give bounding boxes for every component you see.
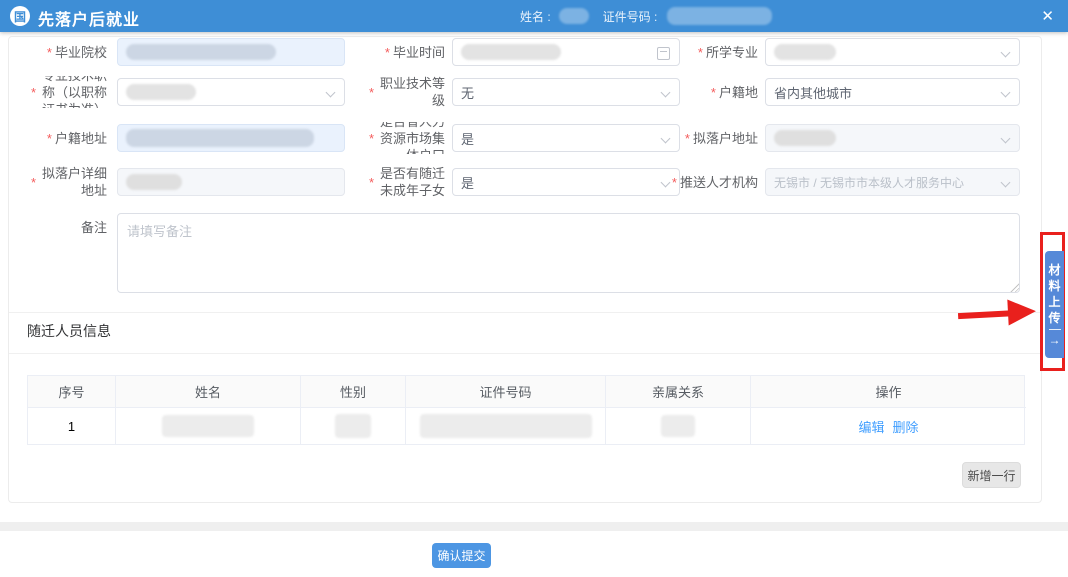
annotation-arrow-icon [957,297,1040,329]
material-upload-tab[interactable]: 材 料 上 传 → [1045,251,1064,358]
redacted-id-number [420,414,592,438]
grad-time-datepicker[interactable] [452,38,680,66]
col-name: 姓名 [116,376,301,408]
settle-detail-input [117,168,345,196]
required-mark: * [31,175,36,190]
section-divider [9,312,1041,313]
talent-agency-select: 无锡市 / 无锡市市本级人才服务中心 [765,168,1020,196]
col-relation: 亲属关系 [606,376,751,408]
section-divider [9,353,1041,354]
minor-children-value: 是 [461,173,474,192]
prof-title-select[interactable] [117,78,345,106]
name-redacted-value [559,8,589,24]
remark-textarea[interactable] [117,213,1020,293]
settle-address-select [765,124,1020,152]
chevron-down-icon [1001,178,1011,188]
id-number-label: 证件号码 : [603,8,658,25]
chevron-down-icon [1001,88,1011,98]
required-mark: * [711,85,716,100]
major-select[interactable] [765,38,1020,66]
hukou-area-select[interactable]: 省内其他城市 [765,78,1020,106]
label-talent-agency: * 推送人才机构 [666,168,758,196]
col-index: 序号 [28,376,116,408]
required-mark: * [672,175,677,190]
label-skill-level: * 职业技术等级 [358,72,445,112]
app-logo-icon: 国 [10,6,30,26]
required-mark: * [31,85,36,100]
table-row: 1 编辑 删除 [28,408,1024,444]
talent-agency-value: 无锡市 / 无锡市市本级人才服务中心 [774,174,964,191]
required-mark: * [369,131,374,146]
chevron-down-icon [326,88,336,98]
required-mark: * [369,85,374,100]
label-settle-address: * 拟落户地址 [666,124,758,152]
minor-children-select[interactable]: 是 [452,168,680,196]
required-mark: * [47,45,52,60]
dependents-table: 序号 姓名 性别 证件号码 亲属关系 操作 1 编辑 删除 [27,375,1025,445]
header-identity: 姓名 : 证件号码 : [520,0,772,32]
hukou-address-input[interactable] [117,124,345,152]
redacted-value [461,44,561,60]
col-actions: 操作 [751,376,1026,408]
redacted-name [162,415,254,437]
redacted-value [126,44,276,60]
required-mark: * [685,131,690,146]
label-remark: 备注 [20,217,107,237]
required-mark: * [369,175,374,190]
arrow-right-icon: → [1049,333,1061,347]
section-title: 随迁人员信息 [27,321,111,341]
table-header-row: 序号 姓名 性别 证件号码 亲属关系 操作 [28,376,1024,408]
label-hukou-address: * 户籍地址 [20,124,107,152]
label-hukou-area: * 户籍地 [666,78,758,106]
delete-link[interactable]: 删除 [893,417,919,436]
redacted-value [774,44,836,60]
label-minor-children: * 是否有随迁未成年子女 [358,164,445,200]
close-icon[interactable]: ✕ [1041,7,1054,25]
col-gender: 性别 [301,376,406,408]
redacted-value [774,130,836,146]
hukou-area-value: 省内其他城市 [774,83,852,102]
tab-divider [1049,329,1061,330]
hr-market-value: 是 [461,129,474,148]
hr-market-select[interactable]: 是 [452,124,680,152]
submit-button[interactable]: 确认提交 [432,543,491,568]
label-settle-detail: * 拟落户详细地址 [20,164,107,200]
row-index: 1 [28,408,116,444]
label-prof-title: * 专业技术职称（以职称证书为准） [20,72,107,112]
edit-link[interactable]: 编辑 [858,417,884,436]
required-mark: * [47,131,52,146]
id-redacted-value [667,7,772,25]
redacted-value [126,174,182,190]
redacted-relation [661,415,695,437]
redacted-value [126,84,196,100]
redacted-value [126,129,314,147]
required-mark: * [385,45,390,60]
skill-level-value: 无 [461,83,474,102]
footer-separator [0,522,1068,531]
label-grad-time: * 毕业时间 [358,38,445,66]
col-id-number: 证件号码 [406,376,606,408]
page: 国 先落户后就业 姓名 : 证件号码 : ✕ * 毕业院校 * 毕业时间 * 所… [0,0,1068,577]
add-row-button[interactable]: 新增一行 [962,462,1021,488]
chevron-down-icon [1001,48,1011,58]
label-school: * 毕业院校 [20,38,107,66]
name-label: 姓名 : [520,8,551,25]
page-title: 先落户后就业 [38,6,140,30]
label-major: * 所学专业 [666,38,758,66]
header-bar: 国 先落户后就业 姓名 : 证件号码 : ✕ [0,0,1068,32]
chevron-down-icon [1001,134,1011,144]
redacted-gender [335,414,371,438]
label-hr-market: * 是否省人力资源市场集体户口 [358,118,445,158]
required-mark: * [698,45,703,60]
school-input[interactable] [117,38,345,66]
skill-level-select[interactable]: 无 [452,78,680,106]
